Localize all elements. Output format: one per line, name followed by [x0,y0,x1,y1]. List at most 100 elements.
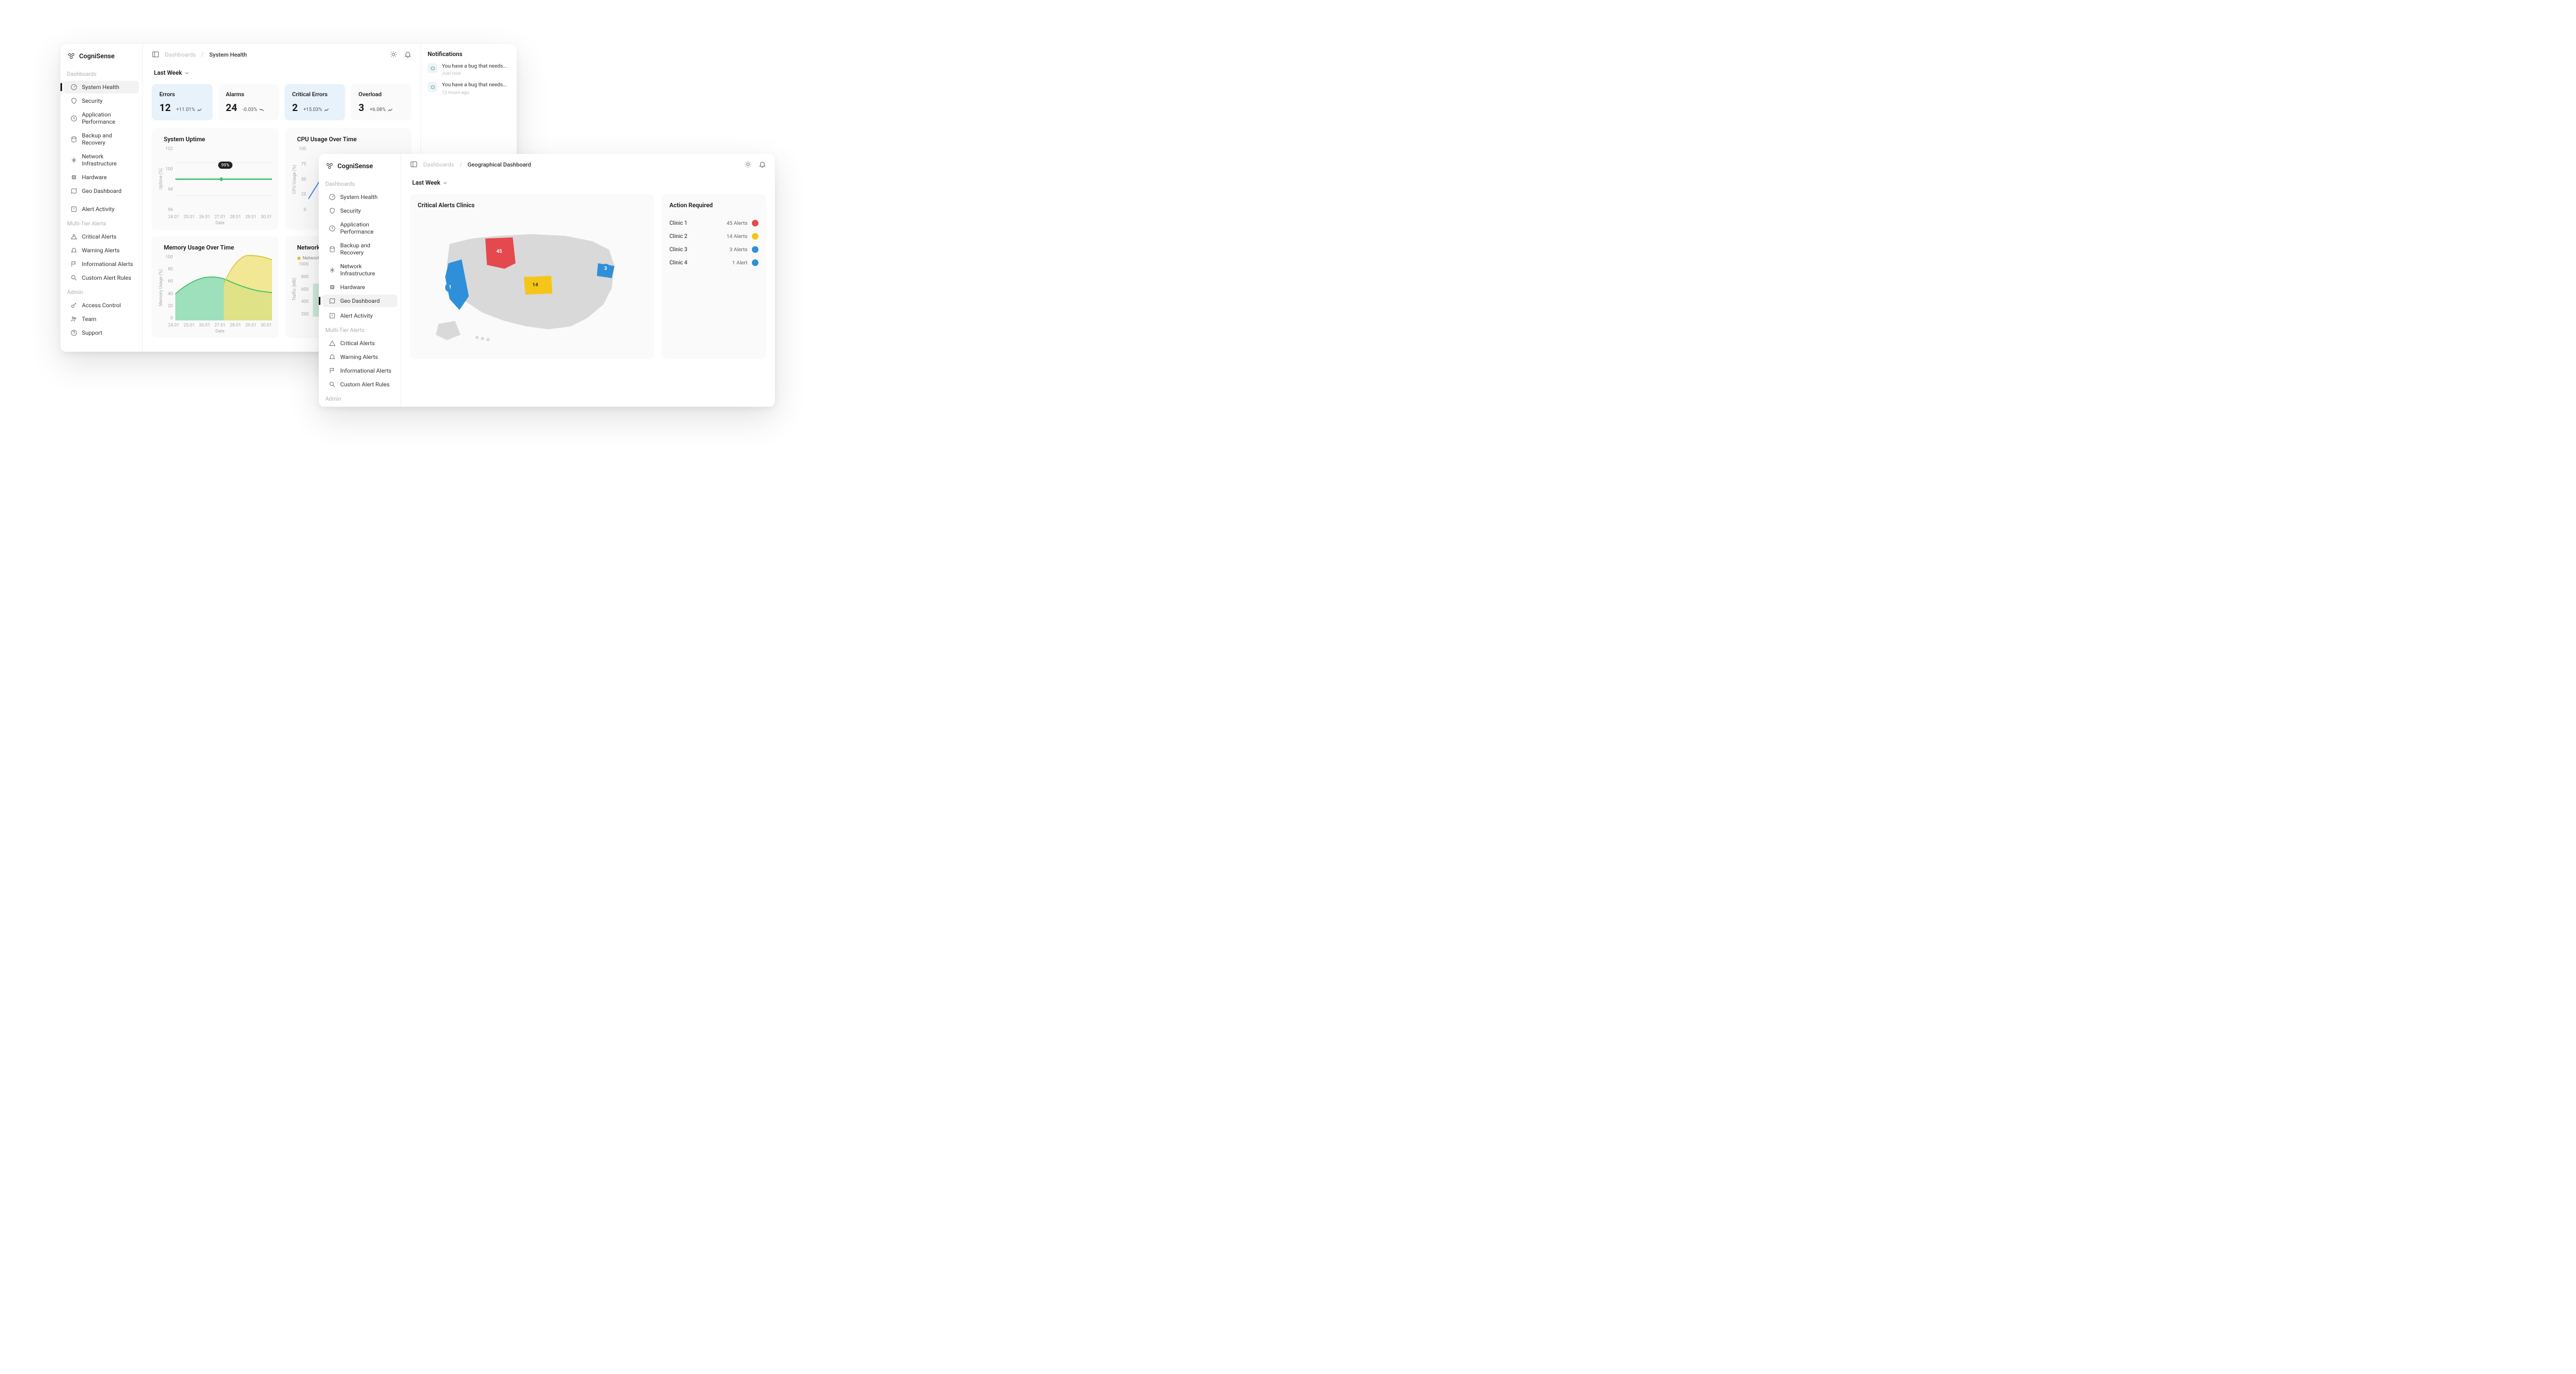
card-memory-usage: Memory Usage Over Time Memory Usage (%) … [152,236,279,338]
stat-value: 24 [226,102,237,114]
y-axis-label: Memory Usage (%) [158,254,163,320]
sidebar-item-custom-rules[interactable]: Custom Alert Rules [60,272,142,284]
map-bubble[interactable]: 14 [530,280,541,291]
sidebar-item-label: Informational Alerts [82,261,133,268]
network-icon [329,267,336,274]
sidebar-item-label: Access Control [82,302,121,309]
sidebar-item-network[interactable]: Network Infrastructure [60,150,142,170]
action-row[interactable]: Clinic 1 45 Alerts [669,217,758,230]
breadcrumb-current: Geographical Dashboard [468,161,531,168]
alert-count: 14 Alerts [727,234,747,240]
stat-overload[interactable]: Overload 3+6.08% [351,84,412,120]
sidebar-item-label: System Health [340,193,378,201]
x-ticks: 24.0125.0126.0127.0128.0129.0130.01 [168,320,272,328]
card-action-required: Action Required Clinic 1 45 Alerts Clini… [662,194,766,359]
sidebar-item-custom-rules[interactable]: Custom Alert Rules [319,378,401,391]
breadcrumb-root[interactable]: Dashboards [165,51,196,58]
bell-icon[interactable] [404,51,412,58]
sidebar-item-geo[interactable]: Geo Dashboard [322,295,397,307]
x-axis-label: Date [168,329,272,334]
theme-toggle-icon[interactable] [390,51,397,58]
stat-errors[interactable]: Errors 12+11.01% [152,84,213,120]
key-icon [70,302,77,309]
stat-delta: +6.08% [370,107,393,113]
bell-icon[interactable] [758,160,766,168]
sidebar-item-access-control[interactable]: Access Control [60,299,142,312]
sidebar-item-label: Backup and Recovery [82,132,136,146]
sidebar-section-admin: Admin [60,285,142,298]
topbar: Dashboards / Geographical Dashboard [410,160,766,174]
backup-icon [329,246,336,253]
chart-icon [70,115,77,122]
chart-plot: 99% [175,146,272,212]
chart-legend: Network [292,256,320,261]
stat-critical-errors[interactable]: Critical Errors 2+15.03% [285,84,346,120]
breadcrumb-root[interactable]: Dashboards [423,161,454,168]
users-icon [70,315,77,323]
trend-up-icon [324,107,329,113]
sidebar-item-critical-alerts[interactable]: Critical Alerts [60,230,142,243]
sidebar-item-label: Security [340,207,361,214]
bell-alert-icon [329,353,336,361]
notification-text: You have a bug that needs... [442,82,507,88]
action-row[interactable]: Clinic 4 1 Alert [669,256,758,269]
sidebar-item-access-control[interactable]: Access Control [319,406,401,407]
sidebar-item-label: Hardware [340,284,365,291]
panel-toggle-icon[interactable] [152,51,159,58]
sidebar-item-app-performance[interactable]: Application Performance [319,218,401,238]
sidebar-item-support[interactable]: Support [60,326,142,339]
sidebar-item-alert-activity[interactable]: Alert Activity [319,309,401,322]
sidebar-item-system-health[interactable]: System Health [319,191,401,203]
period-label: Last Week [154,69,182,76]
action-row[interactable]: Clinic 3 3 Alerts [669,243,758,256]
notification-item[interactable]: You have a bug that needs...Just now [428,63,510,76]
us-map[interactable]: 45 14 3 1 [418,217,646,348]
period-selector[interactable]: Last Week [410,174,766,194]
sidebar-item-warning-alerts[interactable]: Warning Alerts [60,244,142,257]
brand-logo-icon [67,52,76,60]
panel-toggle-icon[interactable] [410,160,418,168]
sidebar-item-info-alerts[interactable]: Informational Alerts [60,258,142,270]
theme-toggle-icon[interactable] [744,160,752,168]
sidebar-item-security[interactable]: Security [319,204,401,217]
brand-name: CogniSense [337,162,373,170]
brand-logo-icon [325,162,334,170]
y-axis-label: CPU Usage (%) [292,146,297,212]
severity-badge [752,259,758,266]
sidebar-item-security[interactable]: Security [60,95,142,107]
breadcrumb-sep: / [459,161,462,168]
sidebar-item-hardware[interactable]: Hardware [319,281,401,293]
card-title: Critical Alerts Clinics [418,202,646,213]
search-icon [329,381,336,388]
stat-value: 12 [159,102,171,114]
clinic-name: Clinic 2 [669,234,727,240]
cpu-icon [70,174,77,181]
y-axis-label: Uptime (%) [158,146,163,212]
sidebar-item-backup[interactable]: Backup and Recovery [60,129,142,149]
sidebar-item-label: Network Infrastructure [340,263,394,277]
warning-triangle-icon [70,233,77,240]
sidebar-item-critical-alerts[interactable]: Critical Alerts [319,337,401,350]
period-selector[interactable]: Last Week [152,64,412,84]
sidebar-item-alert-activity[interactable]: Alert Activity [60,203,142,215]
sidebar-item-team[interactable]: Team [60,313,142,325]
sidebar-item-geo[interactable]: Geo Dashboard [60,185,142,197]
action-row[interactable]: Clinic 2 14 Alerts [669,230,758,243]
sidebar-item-system-health[interactable]: System Health [64,81,139,93]
sidebar: CogniSense Dashboards System Health Secu… [60,44,143,352]
map-icon [70,187,77,195]
sidebar-item-app-performance[interactable]: Application Performance [60,108,142,128]
sidebar-item-info-alerts[interactable]: Informational Alerts [319,364,401,377]
map-bubble[interactable]: 45 [493,246,505,258]
y-ticks: 1021009896 [163,146,175,212]
sidebar-item-network[interactable]: Network Infrastructure [319,260,401,280]
map-bubble[interactable]: 1 [445,282,455,292]
brand-name: CogniSense [79,52,114,60]
sidebar-item-hardware[interactable]: Hardware [60,171,142,184]
notification-item[interactable]: You have a bug that needs...12 hours ago [428,82,510,95]
sidebar-item-warning-alerts[interactable]: Warning Alerts [319,351,401,363]
stat-alarms[interactable]: Alarms 24-0.03% [218,84,279,120]
brand: CogniSense [319,160,401,176]
stat-delta: +15.03% [303,107,329,113]
sidebar-item-backup[interactable]: Backup and Recovery [319,239,401,259]
